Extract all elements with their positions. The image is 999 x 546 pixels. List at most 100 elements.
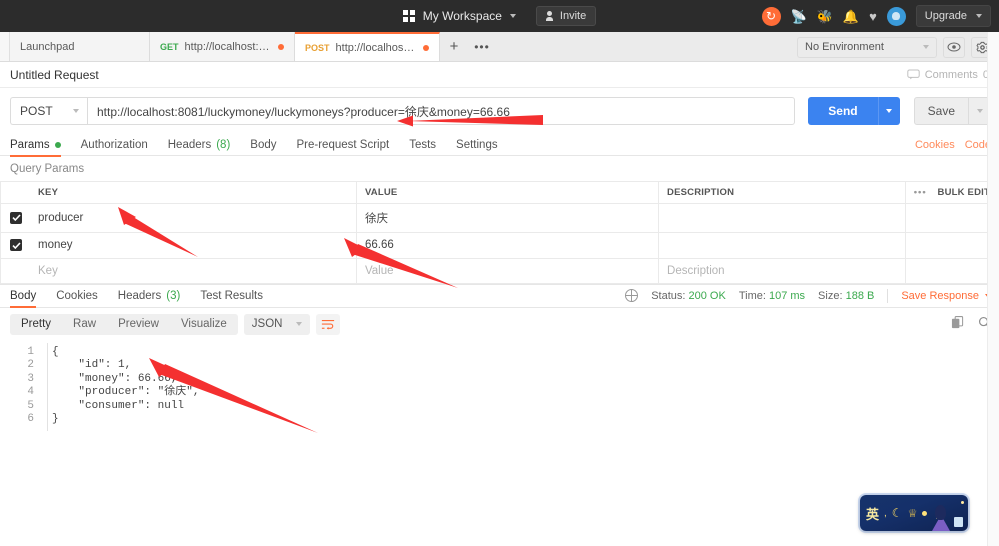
size-label: Size: [818, 289, 843, 302]
page-title: Untitled Request [10, 67, 99, 82]
line-number: 2 [27, 359, 34, 371]
tab-launchpad[interactable]: Launchpad [10, 32, 150, 61]
request-tabs-right-links: Cookies Code [915, 139, 991, 151]
bulk-edit-button[interactable]: Bulk Edit [938, 187, 990, 198]
send-button[interactable]: Send [808, 97, 878, 125]
ime-mode-label[interactable]: 英 [866, 504, 879, 523]
avatar[interactable] [886, 6, 906, 26]
invite-label: Invite [559, 10, 587, 22]
cookies-link[interactable]: Cookies [915, 139, 955, 151]
tab-strip: Launchpad GET http://localhost:8081/luck… [0, 32, 999, 62]
row-checkbox-cell [0, 232, 30, 259]
ime-skin-icon[interactable]: ♕ [908, 507, 918, 520]
tab-settings[interactable]: Settings [456, 134, 498, 156]
upgrade-label: Upgrade [924, 10, 967, 22]
time-label: Time: [738, 289, 766, 302]
format-tab-visualize[interactable]: Visualize [170, 314, 238, 335]
format-tab-raw[interactable]: Raw [62, 314, 107, 335]
tab-headers-label: Headers [167, 138, 212, 151]
sogou-ime-toolbar[interactable]: 英 , ☾ ♕ [860, 495, 968, 531]
satellite-icon[interactable]: 📡 [791, 10, 807, 23]
checkbox-checked-icon[interactable] [10, 239, 22, 251]
column-header-value: VALUE [355, 181, 660, 204]
http-method-selector[interactable]: POST [10, 97, 88, 125]
format-tab-preview[interactable]: Preview [107, 314, 170, 335]
checkbox-checked-icon[interactable] [10, 211, 22, 224]
status-value: 200 OK [688, 289, 726, 302]
ime-moon-icon[interactable]: ☾ [892, 506, 903, 520]
tab-authorization[interactable]: Authorization [81, 134, 148, 156]
param-description[interactable] [658, 232, 906, 259]
param-description-placeholder[interactable]: Description [658, 257, 906, 284]
param-key[interactable]: money [30, 232, 357, 259]
response-tabs: Body Cookies Headers (3) Test Results St… [0, 283, 999, 308]
star-icon [961, 501, 964, 504]
tab-params[interactable]: Params [10, 134, 61, 157]
size-value: 188 B [845, 289, 875, 302]
ime-comma-icon[interactable]: , [884, 508, 887, 519]
response-format-bar: Pretty Raw Preview Visualize JSON [0, 307, 999, 341]
tab-tests[interactable]: Tests [409, 134, 436, 156]
param-description[interactable] [658, 203, 906, 233]
response-tab-headers[interactable]: Headers (3) [118, 285, 181, 307]
tab-body[interactable]: Body [250, 134, 276, 156]
bug-icon[interactable]: 🐝 [817, 10, 833, 23]
tab-settings-label: Settings [456, 138, 498, 151]
tab-more-button[interactable]: ••• [468, 32, 496, 61]
tab-body-label: Body [250, 138, 277, 151]
tab-headers[interactable]: Headers (8) [168, 134, 231, 156]
tab-launchpad-label: Launchpad [20, 40, 75, 53]
line-number: 5 [27, 399, 34, 412]
word-wrap-button[interactable] [316, 313, 341, 335]
tab-pre-request-script[interactable]: Pre-request Script [297, 134, 390, 156]
workspace-name: My Workspace [422, 9, 502, 23]
environment-quick-look-button[interactable] [943, 36, 965, 58]
url-bar-row: POST http://localhost:8081/luckymoney/lu… [0, 88, 999, 134]
save-button[interactable]: Save [913, 97, 969, 125]
eye-icon [947, 42, 961, 52]
tab-method-post: POST [305, 42, 330, 53]
divider [887, 288, 889, 303]
new-tab-button[interactable]: + [440, 32, 468, 61]
response-tab-test-results-label: Test Results [200, 289, 263, 302]
ime-skin-artwork [922, 495, 968, 531]
tab-request-post[interactable]: POST http://localhost:8081/luckymo... [295, 32, 440, 61]
save-response-button[interactable]: Save Response [901, 290, 991, 302]
table-row: producer 徐庆 [0, 203, 999, 233]
param-value[interactable]: 徐庆 [355, 203, 660, 233]
sync-icon[interactable]: ↻ [761, 6, 781, 26]
request-title-row: Untitled Request Comments 0 [0, 62, 999, 88]
size-badge: Size: 188 B [818, 290, 874, 302]
response-tab-test-results[interactable]: Test Results [200, 285, 263, 307]
upgrade-button[interactable]: Upgrade [915, 5, 991, 27]
format-tab-pretty[interactable]: Pretty [10, 314, 62, 335]
line-number: 4 [27, 386, 34, 398]
bell-icon[interactable]: 🔔 [843, 10, 859, 23]
send-options-button[interactable] [877, 97, 900, 125]
params-active-dot-icon [54, 141, 61, 148]
response-tab-body[interactable]: Body [10, 285, 37, 308]
tab-request-get[interactable]: GET http://localhost:8081/luckymon... [150, 32, 295, 61]
response-body-code[interactable]: 1 2 3 4 5 6 { "id": 1, "money": 66.66, "… [0, 340, 999, 541]
tab-tests-label: Tests [409, 138, 437, 151]
word-wrap-icon [322, 319, 335, 330]
response-language-value: JSON [251, 318, 283, 330]
response-tab-cookies[interactable]: Cookies [56, 285, 98, 307]
code-line: "consumer": null [52, 399, 185, 412]
param-value[interactable]: 66.66 [355, 232, 660, 259]
table-more-button[interactable]: ••• [914, 187, 927, 198]
tab-pre-request-script-label: Pre-request Script [296, 138, 390, 151]
heart-icon[interactable]: ♥ [869, 10, 877, 23]
invite-button[interactable]: Invite [535, 6, 597, 26]
param-value-placeholder[interactable]: Value [355, 257, 660, 284]
response-language-selector[interactable]: JSON [243, 313, 311, 335]
param-key[interactable]: producer [30, 203, 357, 233]
time-badge: Time: 107 ms [739, 290, 805, 302]
comments-button[interactable]: Comments 0 [907, 69, 989, 81]
response-body-actions [951, 316, 991, 332]
url-input[interactable]: http://localhost:8081/luckymoney/luckymo… [87, 97, 796, 125]
environment-selector[interactable]: No Environment [797, 36, 937, 58]
copy-icon[interactable] [951, 316, 964, 332]
param-key-placeholder[interactable]: Key [30, 257, 357, 284]
chevron-down-icon [296, 322, 303, 326]
